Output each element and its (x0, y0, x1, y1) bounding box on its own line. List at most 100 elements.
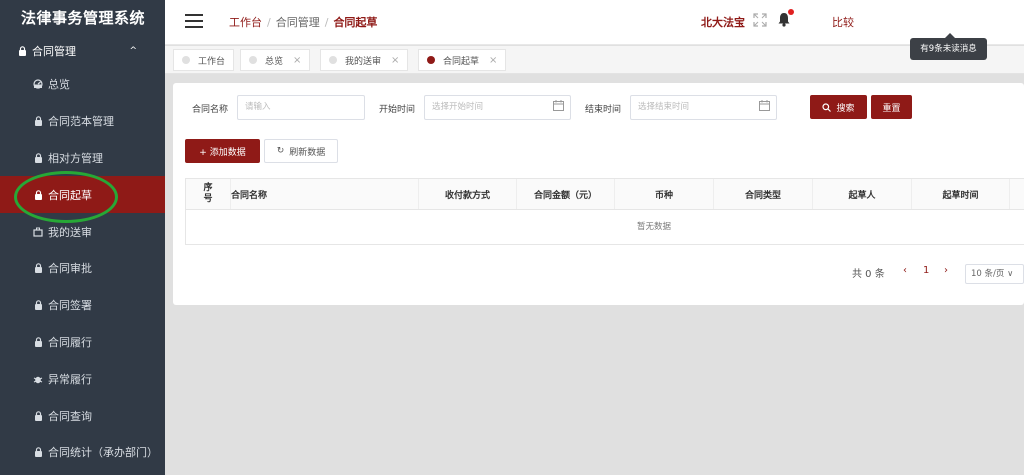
start-time-input[interactable]: 选择开始时间 (424, 95, 571, 120)
contract-table: 序号 合同名称 收付款方式 合同金额（元） 币种 合同类型 起草人 起草时间 暂… (185, 178, 1024, 245)
end-time-input[interactable]: 选择结束时间 (630, 95, 777, 120)
tab-dot (249, 56, 257, 64)
close-icon[interactable]: × (293, 55, 301, 66)
tabs-bar: 工作台 总览 × 我的送审 × 合同起草 × (165, 46, 1024, 74)
sidebar-item-contract-performance[interactable]: 合同履行 (0, 324, 165, 361)
lock-icon (33, 153, 43, 163)
lock-icon (33, 116, 43, 127)
pagination-next-icon[interactable]: › (944, 265, 948, 276)
menu-group-contract-management[interactable]: 合同管理 ^ (0, 36, 165, 66)
pagination-prev-icon[interactable]: ‹ (903, 265, 907, 276)
sidebar-item-label: 合同查询 (48, 409, 92, 423)
page-size-select[interactable]: 10 条/页 ∨ (965, 264, 1024, 284)
sidebar-item-label: 合同审批 (48, 262, 92, 276)
start-time-label: 开始时间 (379, 105, 416, 115)
contract-name-label: 合同名称 (192, 105, 229, 115)
column-header-draft-time: 起草时间 (912, 179, 1010, 209)
sidebar-item-contract-statistics[interactable]: 合同统计（承办部门） (0, 434, 165, 471)
fullscreen-icon[interactable] (753, 13, 767, 27)
add-data-button[interactable]: + 添加数据 (185, 139, 260, 163)
column-header-drafter: 起草人 (813, 179, 912, 209)
sidebar-item-contract-query[interactable]: 合同查询 (0, 397, 165, 434)
reset-button[interactable]: 重置 (871, 95, 912, 119)
breadcrumb: 工作台 / 合同管理 / 合同起草 (229, 16, 378, 29)
sidebar-item-label: 合同统计（承办部门） (48, 446, 158, 460)
chevron-up-icon: ^ (129, 46, 137, 56)
pagination-total: 共 0 条 (852, 269, 885, 280)
lock-icon (33, 410, 43, 421)
sidebar-item-label: 合同范本管理 (48, 115, 114, 129)
lock-icon (33, 300, 43, 311)
sidebar-item-label: 我的送审 (48, 225, 92, 239)
lock-icon (33, 263, 43, 274)
tab-label: 我的送审 (345, 56, 382, 67)
lock-icon (33, 190, 43, 200)
empty-state: 暂无数据 (636, 222, 671, 232)
close-icon[interactable]: × (391, 55, 399, 66)
close-icon[interactable]: × (489, 55, 497, 66)
lock-icon (17, 46, 27, 56)
breadcrumb-workbench[interactable]: 工作台 (229, 16, 262, 29)
search-button-label: 搜索 (836, 103, 855, 114)
calendar-icon (553, 100, 564, 111)
column-header-contract-name: 合同名称 (231, 179, 419, 209)
sidebar: 法律事务管理系统 合同管理 ^ 总览 合同范本管理 相对方管理 合同起草 我的送… (0, 0, 165, 475)
column-header-seq: 序号 (186, 179, 231, 209)
column-header-payment-method: 收付款方式 (419, 179, 517, 209)
calendar-icon (759, 100, 770, 111)
tab-label: 总览 (265, 56, 284, 67)
tab-dot (329, 56, 337, 64)
sidebar-item-my-submissions[interactable]: 我的送审 (0, 213, 165, 250)
notification-tooltip: 有9条未读消息 (910, 33, 987, 60)
sidebar-item-label: 异常履行 (48, 372, 92, 386)
sidebar-item-overview[interactable]: 总览 (0, 66, 165, 103)
sidebar-item-abnormal-performance[interactable]: 异常履行 (0, 360, 165, 397)
bug-icon (33, 374, 43, 384)
pagination-page-1[interactable]: 1 (923, 265, 929, 276)
tab-contract-draft[interactable]: 合同起草 × (418, 49, 507, 71)
column-header-contract-type: 合同类型 (714, 179, 813, 209)
sidebar-item-label: 合同履行 (48, 335, 92, 349)
tab-dot (427, 56, 435, 64)
lock-icon (33, 447, 43, 458)
menu-group-label: 合同管理 (32, 45, 76, 58)
lock-icon (33, 337, 43, 347)
tab-dot (182, 56, 190, 64)
gauge-icon (33, 79, 43, 89)
end-time-label: 结束时间 (585, 105, 622, 115)
sidebar-item-label: 合同起草 (48, 188, 92, 202)
column-header-amount: 合同金额（元） (517, 179, 615, 209)
refresh-icon: ↻ (276, 146, 285, 156)
user-name[interactable]: 北大法宝 (701, 14, 745, 30)
refresh-data-label: 刷新数据 (289, 147, 326, 158)
sidebar-item-contract-signing[interactable]: 合同签署 (0, 287, 165, 324)
reset-button-label: 重置 (882, 103, 901, 114)
top-header: 工作台 / 合同管理 / 合同起草 (165, 0, 1024, 45)
contract-name-input[interactable]: 请输入 (237, 95, 365, 120)
tab-my-submissions[interactable]: 我的送审 × (320, 49, 409, 71)
sidebar-item-contract-templates[interactable]: 合同范本管理 (0, 103, 165, 140)
tab-label: 工作台 (198, 56, 226, 67)
breadcrumb-current: 合同起草 (333, 16, 378, 29)
briefcase-icon (33, 227, 43, 237)
add-data-label: + 添加数据 (199, 147, 246, 158)
tab-workbench[interactable]: 工作台 (173, 49, 235, 71)
breadcrumb-contract-management[interactable]: 合同管理 (276, 16, 320, 29)
hamburger-menu-icon[interactable] (185, 14, 203, 28)
table-header: 序号 合同名称 收付款方式 合同金额（元） 币种 合同类型 起草人 起草时间 (186, 179, 1024, 210)
app-title: 法律事务管理系统 (21, 9, 146, 27)
search-icon (822, 102, 832, 112)
sidebar-item-label: 相对方管理 (48, 151, 103, 165)
sidebar-item-label: 合同签署 (48, 299, 92, 313)
sidebar-item-counterparty[interactable]: 相对方管理 (0, 140, 165, 177)
notification-dot (788, 9, 794, 15)
sidebar-item-label: 总览 (48, 78, 70, 92)
column-header-currency: 币种 (615, 179, 714, 209)
tab-overview[interactable]: 总览 × (240, 49, 311, 71)
tab-label: 合同起草 (443, 56, 480, 67)
sidebar-item-contract-approval[interactable]: 合同审批 (0, 250, 165, 287)
refresh-data-button[interactable]: ↻ 刷新数据 (264, 139, 338, 163)
search-button[interactable]: 搜索 (810, 95, 867, 119)
compare-link[interactable]: 比较 (832, 14, 854, 30)
sidebar-item-contract-draft[interactable]: 合同起草 (0, 176, 165, 214)
